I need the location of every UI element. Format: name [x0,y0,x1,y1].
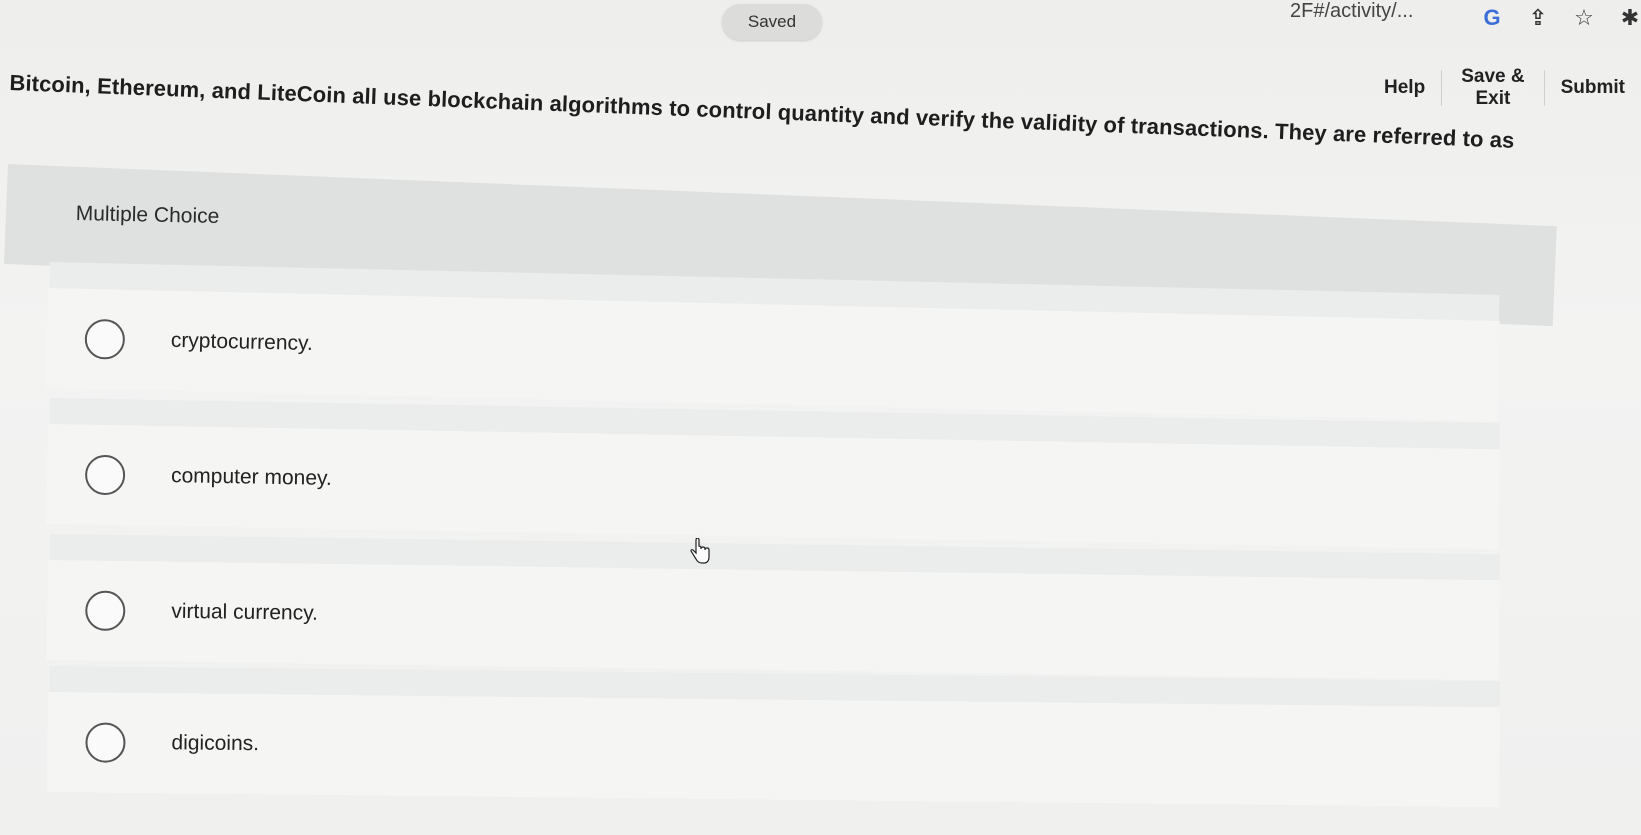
choice-option-4[interactable]: digicoins. [46,692,1500,808]
question-prompt: Bitcoin, Ethereum, and LiteCoin all use … [9,70,1515,153]
submit-button[interactable]: Submit [1545,71,1641,105]
help-button[interactable]: Help [1368,71,1441,105]
radio-button-1[interactable] [84,318,126,360]
radio-button-4[interactable] [85,722,126,763]
share-icon[interactable]: ⇪ [1524,4,1552,32]
star-icon[interactable]: ☆ [1570,4,1598,32]
choice-option-3[interactable]: virtual currency. [46,560,1500,681]
top-navigation: Help Save & Exit Submit [1368,60,1641,116]
extension-icon[interactable]: ✱ [1616,4,1641,32]
question-type-label: Multiple Choice [75,202,220,229]
choice-label: computer money. [170,464,332,490]
address-bar-url[interactable]: 2F#/activity/... [1290,0,1413,23]
browser-toolbar: G ⇪ ☆ ✱ [1478,4,1641,32]
choice-label: digicoins. [171,731,260,756]
saved-status-badge: Saved [722,4,822,40]
radio-button-3[interactable] [85,590,126,632]
save-exit-button[interactable]: Save & Exit [1442,60,1544,116]
hand-cursor-icon [690,538,710,564]
choice-label: cryptocurrency. [170,328,314,356]
choice-label: virtual currency. [171,599,319,625]
page: 2F#/activity/... G ⇪ ☆ ✱ Saved Help Save… [0,0,1641,835]
google-icon[interactable]: G [1478,4,1506,32]
radio-button-2[interactable] [84,454,126,496]
